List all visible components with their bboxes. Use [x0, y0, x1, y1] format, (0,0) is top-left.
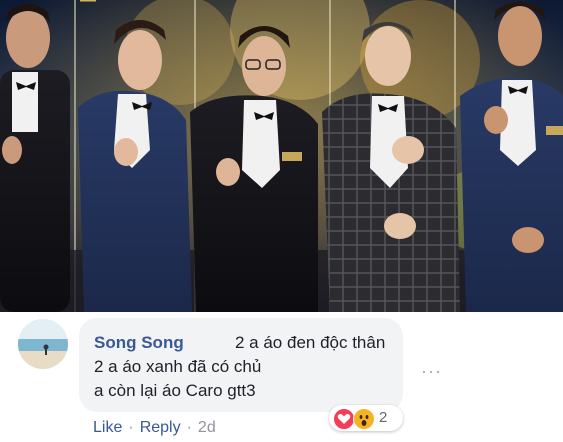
wow-icon	[353, 408, 375, 430]
like-link[interactable]: Like	[93, 419, 122, 437]
comment-bubble: Song Song 2 a áo đen độc thân 2 a áo xan…	[79, 318, 403, 412]
separator-dot: ·	[186, 419, 192, 436]
love-icon	[333, 408, 355, 430]
comment-text-line-3: a còn lại áo Caro gtt3	[94, 381, 256, 400]
post-photo[interactable]	[0, 0, 563, 312]
comment-actions: Like · Reply · 2d	[93, 419, 216, 437]
reply-link[interactable]: Reply	[140, 419, 181, 437]
comment-author[interactable]: Song Song	[94, 333, 184, 353]
comment-section: Song Song 2 a áo đen độc thân 2 a áo xan…	[0, 312, 563, 442]
comment-text-line-2: 2 a áo xanh đã có chủ	[94, 357, 262, 376]
separator-dot: ·	[128, 419, 134, 436]
more-options-icon[interactable]: ···	[421, 361, 442, 382]
reaction-count: 2	[379, 409, 388, 426]
reaction-summary[interactable]: 2	[329, 405, 403, 431]
stage-scene	[0, 0, 563, 312]
avatar-image	[18, 319, 68, 369]
avatar[interactable]	[18, 319, 68, 369]
comment-timestamp[interactable]: 2d	[198, 419, 216, 437]
comment-text-line-1: 2 a áo đen độc thân	[235, 333, 386, 352]
